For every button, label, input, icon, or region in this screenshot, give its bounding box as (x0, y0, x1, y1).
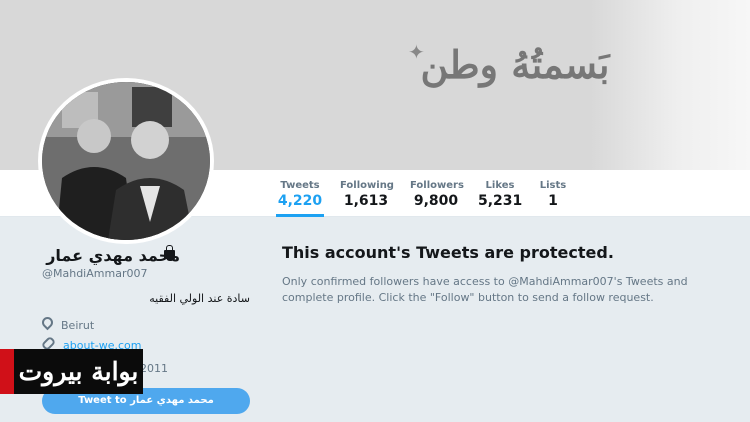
stat-label: Likes (485, 180, 515, 191)
stat-likes[interactable]: Likes 5,231 (478, 180, 522, 209)
location-text: Beirut (61, 319, 95, 332)
location-pin-icon (39, 314, 56, 331)
stat-following[interactable]: Following 1,613 (340, 180, 394, 209)
stat-tweets[interactable]: Tweets 4,220 (276, 180, 324, 217)
stat-label: Tweets (280, 180, 320, 191)
stat-label: Lists (539, 180, 567, 191)
protected-title: This account's Tweets are protected. (282, 243, 614, 262)
avatar-photo (42, 82, 210, 240)
stat-label: Following (340, 180, 394, 191)
watermark-logo: بوابة بيروت (0, 349, 143, 394)
avatar[interactable] (38, 78, 214, 244)
banner-text: بَسمتُهُ وطن (420, 42, 610, 87)
profile-bio: سادة عند الولي الفقيه (149, 292, 250, 305)
stat-value: 5,231 (478, 193, 523, 209)
stat-value: 1 (548, 193, 558, 209)
stat-followers[interactable]: Followers 9,800 (410, 180, 464, 209)
stat-value: 9,800 (413, 193, 459, 209)
lock-icon (164, 245, 175, 259)
stat-label: Followers (410, 180, 464, 191)
profile-name: محمد مهدي عمار (46, 246, 180, 265)
profile-location: Beirut (39, 314, 95, 332)
stat-value: 1,613 (343, 193, 389, 209)
protected-message: Only confirmed followers have access to … (282, 275, 688, 304)
profile-handle: @MahdiAmmar007 (42, 267, 148, 280)
stat-value: 4,220 (277, 193, 323, 209)
profile-joined: 2011 (140, 362, 168, 375)
stat-lists[interactable]: Lists 1 (538, 180, 568, 209)
watermark-text: بوابة بيروت (14, 349, 143, 394)
